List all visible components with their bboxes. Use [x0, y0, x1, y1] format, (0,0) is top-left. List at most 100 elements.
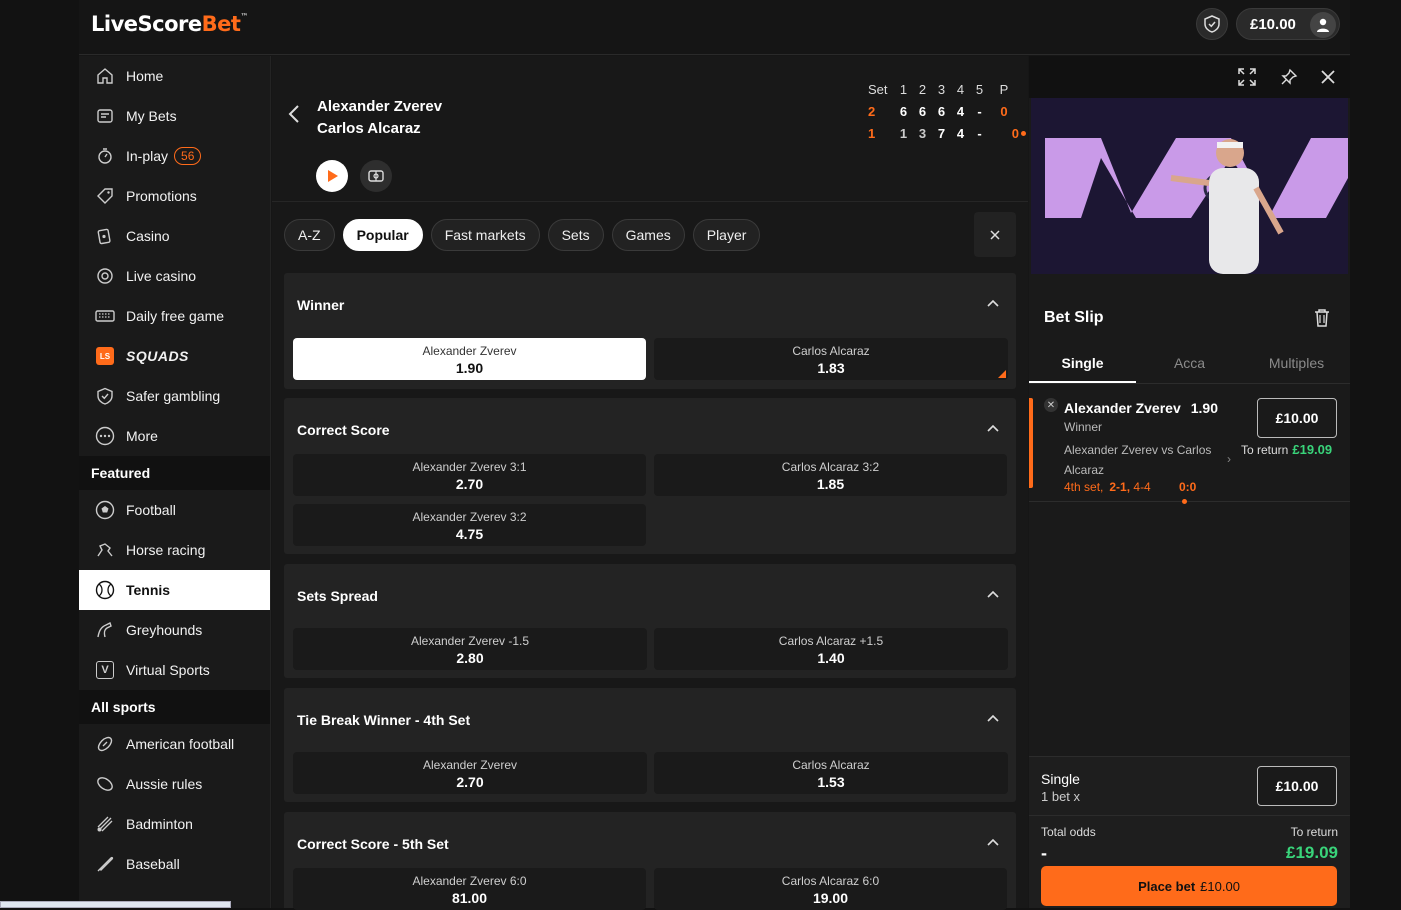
sidebar-item-virtual-sports[interactable]: V Virtual Sports — [79, 650, 270, 690]
total-stake-input[interactable]: £10.00 — [1257, 766, 1337, 806]
selection-event: Alexander Zverev vs Carlos Alcaraz — [1064, 443, 1212, 477]
sidebar-item-greyhounds[interactable]: Greyhounds — [79, 610, 270, 650]
sidebar-item-horse-racing[interactable]: Horse racing — [79, 530, 270, 570]
close-icon[interactable] — [1317, 66, 1339, 88]
sidebar-item-home[interactable]: Home — [79, 56, 270, 96]
sidebar-item-promotions[interactable]: Promotions — [79, 176, 270, 216]
sidebar-item-my-bets[interactable]: My Bets — [79, 96, 270, 136]
tab-fast-markets[interactable]: Fast markets — [430, 219, 540, 251]
tab-a-z[interactable]: A-Z — [284, 219, 335, 251]
shield-check-icon — [1204, 15, 1220, 33]
sidebar-item-label: Baseball — [126, 856, 180, 872]
score-game: 6 — [899, 103, 908, 119]
stake-input[interactable]: £10.00 — [1257, 398, 1337, 438]
odds-selection: Alexander Zverev — [422, 344, 517, 358]
betslip-tabs: Single Acca Multiples — [1029, 346, 1350, 384]
sidebar-item-baseball[interactable]: Baseball — [79, 844, 270, 884]
logo[interactable]: LiveScoreBet™ — [91, 12, 248, 36]
sidebar-item-daily-free-game[interactable]: Daily free game — [79, 296, 270, 336]
tab-player[interactable]: Player — [692, 219, 761, 251]
odds-selection: Carlos Alcaraz 6:0 — [781, 874, 880, 888]
market-correct-score-5th-set: Correct Score - 5th Set Alexander Zverev… — [284, 812, 1016, 910]
trash-icon[interactable] — [1314, 308, 1330, 333]
chevron-up-icon[interactable] — [986, 295, 1000, 313]
squads-logo-icon: LS — [95, 346, 115, 366]
chevron-up-icon[interactable] — [986, 586, 1000, 604]
live-stream-video[interactable] — [1031, 98, 1348, 274]
odds-price: 19.00 — [812, 890, 849, 906]
score-game: 3 — [918, 125, 927, 141]
chevron-up-icon[interactable] — [986, 710, 1000, 728]
sidebar-item-in-play[interactable]: In-play 56 — [79, 136, 270, 176]
tab-single[interactable]: Single — [1029, 346, 1136, 383]
serving-indicator — [1182, 499, 1187, 505]
sidebar-item-squads[interactable]: LS SQUADS — [79, 336, 270, 376]
odds-button[interactable]: Alexander Zverev 1.90 — [293, 338, 646, 380]
odds-button[interactable]: Alexander Zverev 3:1 2.70 — [293, 454, 646, 496]
odds-button[interactable]: Carlos Alcaraz 1.53 — [654, 752, 1008, 794]
sidebar-item-aussie-rules[interactable]: Aussie rules — [79, 764, 270, 804]
player-2-name: Carlos Alcaraz — [317, 120, 421, 137]
chevron-right-icon[interactable]: › — [1227, 452, 1231, 466]
play-icon — [328, 170, 338, 182]
tab-sets[interactable]: Sets — [547, 219, 604, 251]
back-button[interactable] — [288, 104, 300, 129]
score-game: - — [977, 103, 982, 119]
sidebar-item-live-casino[interactable]: Live casino — [79, 256, 270, 296]
chevron-up-icon[interactable] — [986, 834, 1000, 852]
odds-button[interactable]: Alexander Zverev -1.5 2.80 — [293, 628, 647, 670]
my-bets-icon — [95, 106, 115, 126]
collapse-all-button[interactable] — [974, 212, 1016, 257]
sidebar-heading-featured: Featured — [79, 456, 270, 490]
score-game: - — [977, 125, 982, 141]
betslip-title: Bet Slip — [1044, 309, 1104, 326]
odds-button[interactable]: Alexander Zverev 3:2 4.75 — [293, 504, 646, 546]
safer-gambling-button[interactable] — [1196, 8, 1228, 40]
place-bet-label: Place bet — [1138, 878, 1196, 894]
tab-games[interactable]: Games — [611, 219, 685, 251]
score-head: 2 — [918, 81, 927, 97]
selection-odds: 1.90 — [1190, 400, 1218, 416]
odds-price: 4.75 — [455, 526, 484, 542]
balance-button[interactable]: £10.00 — [1236, 8, 1340, 40]
odds-selection: Alexander Zverev — [422, 758, 518, 772]
score-points: 0 — [1000, 103, 1008, 119]
odds-selection: Alexander Zverev 3:1 — [412, 460, 527, 474]
sidebar-item-casino[interactable]: Casino — [79, 216, 270, 256]
odds-button[interactable]: Carlos Alcaraz 6:0 19.00 — [654, 868, 1007, 910]
odds-button[interactable]: Carlos Alcaraz 3:2 1.85 — [654, 454, 1007, 496]
tab-popular[interactable]: Popular — [342, 219, 423, 251]
sidebar-item-american-football[interactable]: American football — [79, 724, 270, 764]
pin-icon[interactable] — [1278, 66, 1300, 88]
sidebar-item-label: Greyhounds — [126, 622, 203, 638]
score-head-set: Set — [868, 81, 888, 97]
logo-text: LiveScore — [91, 12, 202, 36]
baseball-bat-icon — [95, 854, 115, 874]
remove-selection-icon[interactable]: ✕ — [1044, 398, 1058, 412]
sidebar-item-football[interactable]: Football — [79, 490, 270, 530]
odds-button[interactable]: Alexander Zverev 2.70 — [293, 752, 647, 794]
odds-price: 2.70 — [455, 476, 484, 492]
play-stream-button[interactable] — [316, 160, 348, 192]
market-tie-break-winner: Tie Break Winner - 4th Set Alexander Zve… — [284, 688, 1016, 802]
chevron-up-icon[interactable] — [986, 420, 1000, 438]
tab-acca[interactable]: Acca — [1136, 346, 1243, 383]
odds-price: 1.83 — [817, 360, 845, 376]
sidebar-item-badminton[interactable]: Badminton — [79, 804, 270, 844]
market-title: Sets Spread — [297, 588, 378, 604]
odds-button[interactable]: Alexander Zverev 6:0 81.00 — [293, 868, 646, 910]
total-odds-label: Total odds — [1041, 825, 1096, 839]
place-bet-button[interactable]: Place bet £10.00 — [1041, 866, 1337, 906]
tab-multiples[interactable]: Multiples — [1243, 346, 1350, 383]
odds-button[interactable]: Carlos Alcaraz +1.5 1.40 — [654, 628, 1008, 670]
market-filter-tabs: A-Z Popular Fast markets Sets Games Play… — [284, 219, 761, 251]
odds-button[interactable]: Carlos Alcaraz 1.83 — [654, 338, 1008, 380]
sidebar-item-safer-gambling[interactable]: Safer gambling — [79, 376, 270, 416]
serving-indicator — [1021, 130, 1026, 136]
odds-selection: Alexander Zverev 3:2 — [412, 510, 527, 524]
selection-name: Alexander Zverev — [1064, 400, 1181, 416]
sidebar-item-more[interactable]: More — [79, 416, 270, 456]
expand-icon[interactable] — [1236, 66, 1258, 88]
sidebar-item-tennis[interactable]: Tennis — [79, 570, 270, 610]
match-tracker-button[interactable] — [360, 160, 392, 192]
